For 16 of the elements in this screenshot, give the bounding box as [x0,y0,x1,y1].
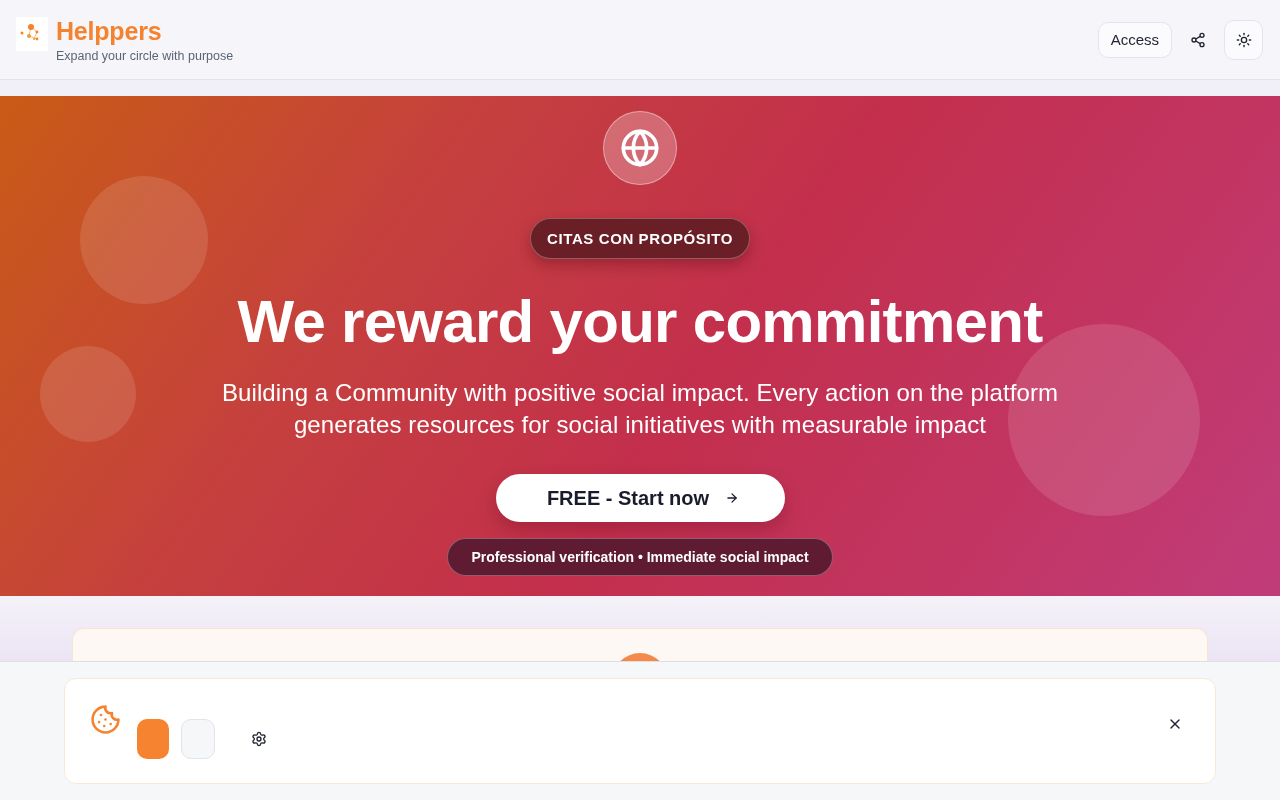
theme-toggle-button[interactable] [1224,19,1263,60]
share-icon [1190,31,1206,48]
cookie-icon [90,704,121,735]
brand-name: Helppers [56,15,163,46]
settings-icon [251,731,267,747]
brand-tagline: Expand your circle with purpose [56,47,234,64]
hero-description: Building a Community with positive social impact. Every action on the platform generates resources for social initiatives with measurable impact [220,378,1060,440]
hero-note: Professional verification • Immediate social impact [447,538,833,576]
hero-badge: CITAS CON PROPÓSITO [530,218,750,259]
access-button[interactable]: Access [1097,21,1172,58]
logo-icon [16,16,48,51]
hero-title: We reward your commitment [237,287,1043,357]
primary-button[interactable] [137,719,169,759]
arrow-right-icon [725,491,740,505]
sun-icon [1235,31,1252,48]
start-button[interactable]: FREE - Start now [495,474,785,522]
